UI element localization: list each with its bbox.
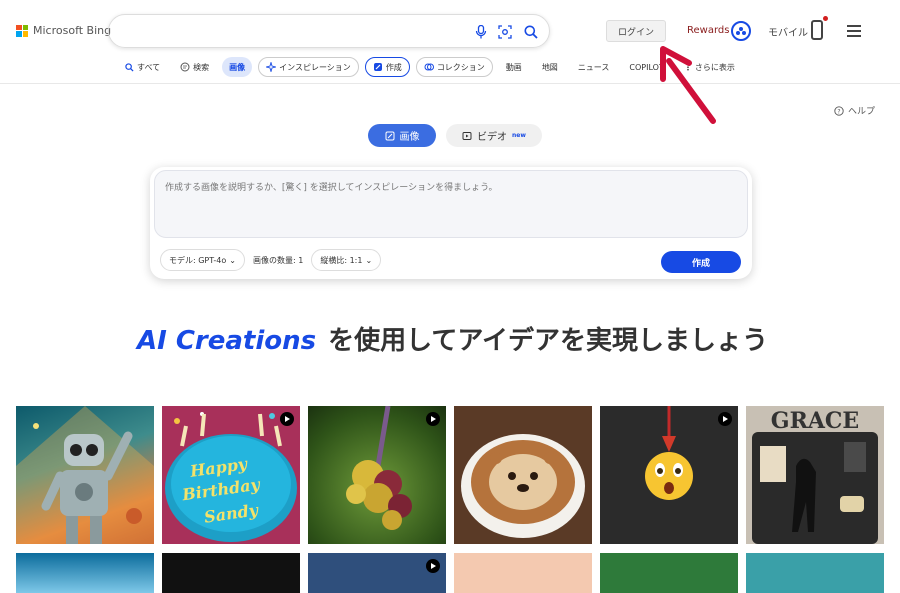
tab-label: ビデオ <box>477 132 507 143</box>
aspect-ratio-select[interactable]: 縦横比: 1:1 ⌄ <box>311 249 382 271</box>
nav-item-copilot[interactable]: COPILOT <box>622 57 670 77</box>
nav-item-more[interactable]: ⋮ さらに表示 <box>677 57 742 77</box>
nav-label: 画像 <box>229 62 246 72</box>
tab-video[interactable]: ビデオ new <box>446 124 542 147</box>
robot-image <box>16 406 154 544</box>
gallery-tile[interactable] <box>746 553 884 593</box>
headline-highlight: AI Creations <box>137 326 317 356</box>
brand-name: Microsoft Bing <box>33 24 112 37</box>
video-icon <box>462 131 472 140</box>
search-box[interactable] <box>108 14 550 48</box>
surprised-emoji-image <box>645 406 693 500</box>
image-create-icon <box>385 131 394 140</box>
nav-label: インスピレーション <box>279 62 351 72</box>
nav-item-maps[interactable]: 地図 <box>535 57 565 77</box>
nav-item-search[interactable]: 検索 <box>173 57 216 77</box>
gallery-tile-birthday-cake[interactable]: Happy Birthday Sandy <box>162 406 300 544</box>
video-play-icon <box>426 559 440 573</box>
nav-label: ニュース <box>577 62 610 72</box>
gallery-tile-emoji[interactable] <box>600 406 738 544</box>
nav-label: さらに表示 <box>694 62 735 72</box>
new-badge: new <box>512 132 526 139</box>
nav-item-inspiration[interactable]: インスピレーション <box>258 57 359 77</box>
gallery-tile[interactable] <box>454 553 592 593</box>
help-label: ヘルプ <box>848 107 876 117</box>
help-link[interactable]: ? ヘルプ <box>834 104 875 117</box>
image-count[interactable]: 画像の数量: 1 <box>251 249 305 271</box>
chevron-down-icon: ⌄ <box>229 255 236 265</box>
nav-label: COPILOT <box>629 62 664 72</box>
gallery-tile[interactable] <box>308 553 446 593</box>
bing-logo[interactable]: Microsoft Bing <box>16 24 111 37</box>
nav-item-all[interactable]: すべて <box>118 57 167 77</box>
gallery-tile-otter-latte[interactable] <box>454 406 592 544</box>
create-button[interactable]: 作成 <box>661 251 741 273</box>
tab-image[interactable]: 画像 <box>368 124 436 147</box>
headline-text: を使用してアイデアを実現しましょう <box>328 326 769 356</box>
gallery-tile[interactable] <box>162 553 300 593</box>
ratio-label: 縦横比: 1:1 <box>320 255 363 265</box>
menu-icon[interactable] <box>847 25 861 37</box>
nav-label: 作成 <box>385 62 402 72</box>
gallery-tile-robot[interactable] <box>16 406 154 544</box>
nav-item-collection[interactable]: コレクション <box>415 57 493 77</box>
nav-item-images[interactable]: 画像 <box>222 57 253 77</box>
search-icon[interactable] <box>523 24 539 40</box>
search-icon <box>125 62 134 72</box>
nav-label: コレクション <box>436 62 485 72</box>
gallery-tile-flower[interactable] <box>308 406 446 544</box>
more-vertical-icon: ⋮ <box>683 62 692 72</box>
svg-text:?: ? <box>837 108 840 115</box>
rewards-link[interactable]: Rewards <box>687 25 729 36</box>
visual-search-icon[interactable] <box>497 24 513 40</box>
login-button[interactable]: ログイン <box>606 20 666 42</box>
nav-item-videos[interactable]: 動画 <box>499 57 529 77</box>
grace-text: GRACE <box>770 408 860 434</box>
gallery-tile-grace[interactable]: GRACE <box>746 406 884 544</box>
video-play-icon <box>426 412 440 426</box>
image-composer: モデル: GPT-4o ⌄ 画像の数量: 1 縦横比: 1:1 ⌄ 作成 <box>150 167 752 279</box>
hero-headline: AI Creations を使用してアイデアを実現しましょう <box>137 320 768 357</box>
nav-item-create[interactable]: 作成 <box>364 57 410 77</box>
model-select[interactable]: モデル: GPT-4o ⌄ <box>160 249 245 271</box>
otter-latte-image <box>461 434 585 538</box>
model-label: モデル: GPT-4o <box>169 255 227 265</box>
notification-dot <box>823 16 828 21</box>
help-icon: ? <box>834 105 844 116</box>
nav-label: すべて <box>137 62 161 72</box>
prompt-box <box>154 170 748 238</box>
nav-label: 地図 <box>541 62 558 72</box>
collection-icon <box>424 63 434 71</box>
flower-image <box>346 406 412 530</box>
media-tabs: 画像 ビデオ new <box>368 124 542 147</box>
nav-bar: すべて 検索 画像 インスピレーション 作成 コレクション 動画 地図 ニュース… <box>118 57 742 77</box>
search-input[interactable] <box>125 23 465 37</box>
tab-label: 画像 <box>399 132 420 143</box>
mobile-link[interactable]: モバイル <box>768 24 808 39</box>
gallery-tile[interactable] <box>16 553 154 593</box>
chevron-down-icon: ⌄ <box>365 255 373 265</box>
sparkle-icon <box>266 62 277 72</box>
composer-options: モデル: GPT-4o ⌄ 画像の数量: 1 縦横比: 1:1 ⌄ <box>160 249 382 271</box>
prompt-input[interactable] <box>165 180 735 230</box>
count-label: 画像の数量: 1 <box>253 255 304 265</box>
rewards-icon[interactable] <box>731 21 751 41</box>
nav-label: 動画 <box>505 62 522 72</box>
nav-item-news[interactable]: ニュース <box>571 57 617 77</box>
microphone-icon[interactable] <box>473 24 489 40</box>
chat-icon <box>180 62 190 72</box>
video-play-icon <box>718 412 732 426</box>
create-icon <box>373 63 382 71</box>
gallery-tile[interactable] <box>600 553 738 593</box>
nav-label: 検索 <box>193 62 210 72</box>
microsoft-logo-icon <box>16 24 28 37</box>
top-bar: Microsoft Bing ログイン Rewards モバイル すべて 検索 … <box>0 0 900 84</box>
phone-icon[interactable] <box>811 20 823 40</box>
video-play-icon <box>280 412 294 426</box>
